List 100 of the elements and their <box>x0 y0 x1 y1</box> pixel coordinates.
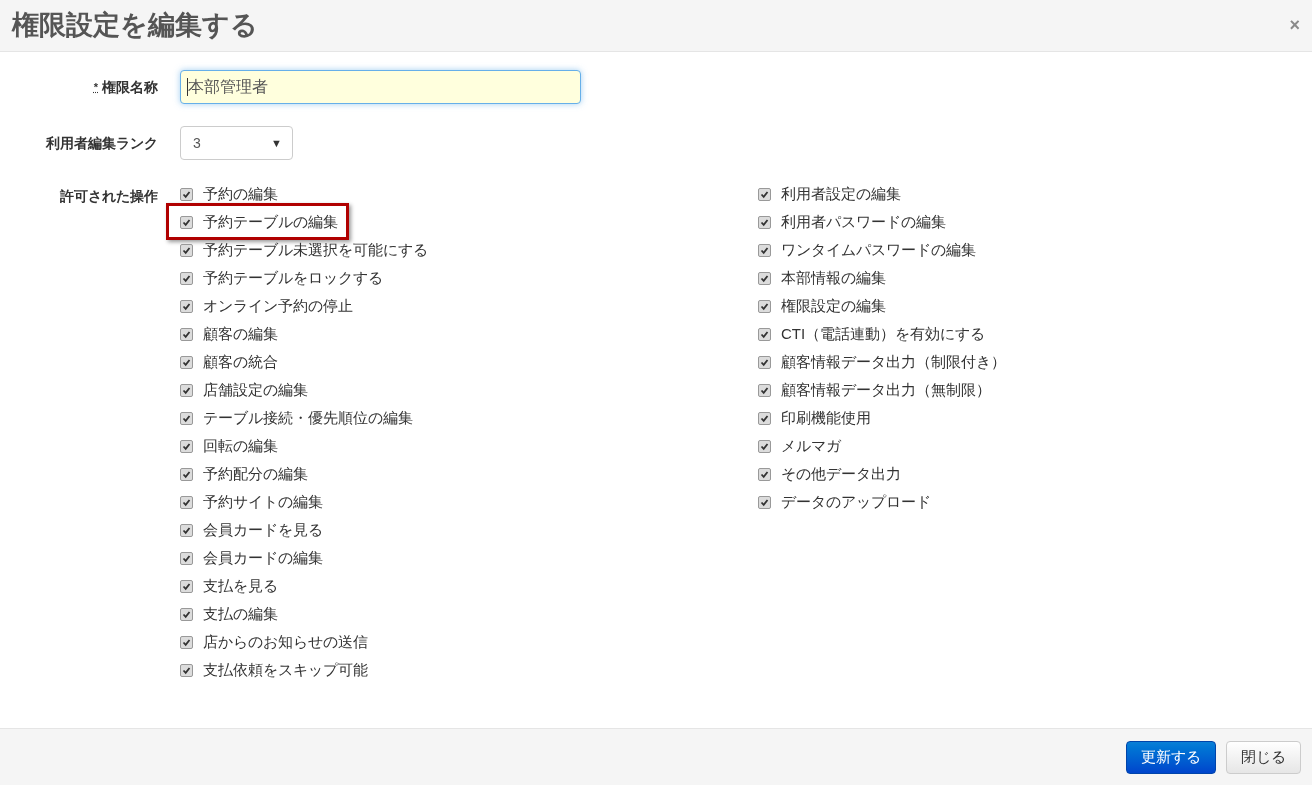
checkbox[interactable] <box>180 439 193 453</box>
permission-label: 利用者設定の編集 <box>781 183 901 204</box>
check-icon <box>760 497 769 507</box>
check-icon <box>182 469 191 479</box>
check-icon <box>760 301 769 311</box>
permission-label: 店からのお知らせの送信 <box>203 631 368 652</box>
check-icon <box>760 385 769 395</box>
permission-label: 店舗設定の編集 <box>203 379 308 400</box>
checkbox[interactable] <box>180 551 193 565</box>
permission-label: 予約テーブルをロックする <box>203 267 383 288</box>
check-icon <box>182 525 191 535</box>
checkbox[interactable] <box>180 355 193 369</box>
permission-label: 権限設定の編集 <box>781 295 886 316</box>
permission-label: ワンタイムパスワードの編集 <box>781 239 976 260</box>
permission-label: 予約の編集 <box>203 183 278 204</box>
rank-select[interactable]: 3 ▼ <box>180 126 293 160</box>
checkbox[interactable] <box>180 663 193 677</box>
check-icon <box>760 217 769 227</box>
checkbox[interactable] <box>180 187 193 201</box>
permission-label: テーブル接続・優先順位の編集 <box>203 407 413 428</box>
update-button[interactable]: 更新する <box>1126 740 1216 774</box>
permission-label: 回転の編集 <box>203 435 278 456</box>
permission-label: 会員カードを見る <box>203 519 323 540</box>
permission-label: 予約テーブル未選択を可能にする <box>203 239 428 260</box>
permission-label: 予約テーブルの編集 <box>203 211 338 232</box>
check-icon <box>760 357 769 367</box>
permission-label: オンライン予約の停止 <box>203 295 353 316</box>
permission-label: 支払の編集 <box>203 603 278 624</box>
check-icon <box>182 329 191 339</box>
check-icon <box>182 665 191 675</box>
permission-label: 顧客情報データ出力（制限付き） <box>781 351 1006 372</box>
permission-label: データのアップロード <box>781 491 931 512</box>
check-icon <box>760 329 769 339</box>
field-label: 利用者編集ランク <box>46 133 158 153</box>
checkbox[interactable] <box>180 327 193 341</box>
checkbox[interactable] <box>180 243 193 257</box>
checkbox[interactable] <box>758 439 771 453</box>
checkbox[interactable] <box>758 495 771 509</box>
permission-label: 支払依頼をスキップ可能 <box>203 659 368 680</box>
checkbox[interactable] <box>180 299 193 313</box>
field-label: 許可された操作 <box>60 187 158 206</box>
permission-label: 利用者パスワードの編集 <box>781 211 946 232</box>
permission-label: 予約サイトの編集 <box>203 491 323 512</box>
checkbox[interactable] <box>180 523 193 537</box>
check-icon <box>760 273 769 283</box>
check-icon <box>182 413 191 423</box>
check-icon <box>760 413 769 423</box>
checkbox[interactable] <box>758 383 771 397</box>
permission-label: 予約配分の編集 <box>203 463 308 484</box>
permission-label: 印刷機能使用 <box>781 407 871 428</box>
check-icon <box>182 609 191 619</box>
checkbox[interactable] <box>180 215 193 229</box>
check-icon <box>182 637 191 647</box>
permission-label: 本部情報の編集 <box>781 267 886 288</box>
check-icon <box>182 245 191 255</box>
permission-label: 顧客の統合 <box>203 351 278 372</box>
permission-label: 顧客情報データ出力（無制限） <box>781 379 991 400</box>
dialog-title: 権限設定を編集する <box>12 9 258 43</box>
required-mark: * <box>93 79 98 95</box>
check-icon <box>182 385 191 395</box>
checkbox[interactable] <box>758 243 771 257</box>
caret-icon: ▼ <box>271 134 282 152</box>
check-icon <box>182 497 191 507</box>
check-icon <box>182 217 191 227</box>
permission-label: 支払を見る <box>203 575 278 596</box>
check-icon <box>182 301 191 311</box>
checkbox[interactable] <box>180 271 193 285</box>
check-icon <box>182 441 191 451</box>
field-label: 権限名称 <box>102 77 158 97</box>
permission-label: メルマガ <box>781 435 841 456</box>
check-icon <box>760 469 769 479</box>
check-icon <box>182 581 191 591</box>
checkbox[interactable] <box>758 215 771 229</box>
permission-label: その他データ出力 <box>781 463 901 484</box>
checkbox[interactable] <box>758 327 771 341</box>
checkbox[interactable] <box>758 411 771 425</box>
check-icon <box>760 441 769 451</box>
checkbox[interactable] <box>758 299 771 313</box>
checkbox[interactable] <box>180 579 193 593</box>
checkbox[interactable] <box>758 271 771 285</box>
close-dialog-button[interactable]: 閉じる <box>1226 740 1301 774</box>
checkbox[interactable] <box>758 467 771 481</box>
checkbox[interactable] <box>180 383 193 397</box>
checkbox[interactable] <box>758 355 771 369</box>
check-icon <box>182 273 191 283</box>
checkbox[interactable] <box>180 467 193 481</box>
check-icon <box>760 189 769 199</box>
checkbox[interactable] <box>180 635 193 649</box>
check-icon <box>182 189 191 199</box>
check-icon <box>182 357 191 367</box>
permission-label: CTI（電話連動）を有効にする <box>781 323 986 344</box>
check-icon <box>182 553 191 563</box>
permission-label: 会員カードの編集 <box>203 547 323 568</box>
check-icon <box>760 245 769 255</box>
checkbox[interactable] <box>758 187 771 201</box>
checkbox[interactable] <box>180 607 193 621</box>
permission-label: 顧客の編集 <box>203 323 278 344</box>
name-input[interactable]: 本部管理者 <box>180 70 581 104</box>
checkbox[interactable] <box>180 411 193 425</box>
checkbox[interactable] <box>180 495 193 509</box>
